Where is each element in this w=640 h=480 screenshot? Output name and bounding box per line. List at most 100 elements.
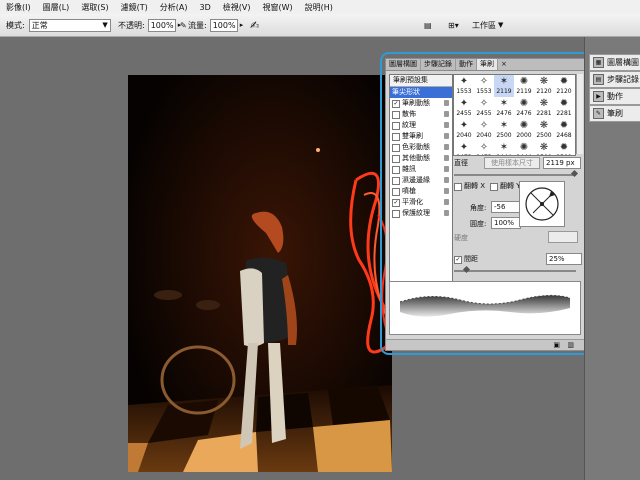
preset-wet-edges[interactable]: 濕邊邊緣 — [390, 175, 452, 186]
spacing-input[interactable]: 25% — [546, 253, 582, 265]
spacing-checkbox[interactable]: ✓ — [454, 256, 462, 264]
menu-help[interactable]: 說明(H) — [299, 2, 339, 13]
preset-airbrush[interactable]: 噴槍 — [390, 186, 452, 197]
tab-layer-comps[interactable]: 圖層構圖 — [386, 59, 421, 70]
menu-analysis[interactable]: 分析(A) — [154, 2, 194, 13]
lock-icon[interactable] — [444, 100, 449, 106]
brush-tip[interactable]: ✹2500 — [554, 141, 574, 155]
brush-tip[interactable]: ✧ 2455 — [474, 97, 494, 119]
workspace-switcher[interactable]: 工作區 ▼ — [472, 18, 503, 32]
preset-other-dynamics[interactable]: 其他動態 — [390, 153, 452, 164]
airbrush-icon[interactable]: ✍ — [250, 18, 259, 32]
brush-tip[interactable]: ✹ 2468 — [554, 119, 574, 141]
brush-tip[interactable]: ✦2473 — [454, 141, 474, 155]
flow-dropdown-icon[interactable]: ▸ — [240, 21, 244, 29]
lock-icon[interactable] — [444, 177, 449, 183]
brush-tip[interactable]: ✺2444 — [514, 141, 534, 155]
brush-tip[interactable]: ✶2444 — [494, 141, 514, 155]
brush-tip[interactable]: ✺ 2476 — [514, 97, 534, 119]
lock-icon[interactable] — [444, 210, 449, 216]
angle-roundness-widget[interactable] — [519, 181, 565, 227]
document-canvas[interactable] — [128, 75, 392, 472]
mode-select[interactable]: 正常 ▼ — [28, 18, 111, 32]
flow-input[interactable]: 100% — [209, 18, 238, 32]
lock-icon[interactable] — [444, 133, 449, 139]
brush-tip[interactable]: ✧ 2040 — [474, 119, 494, 141]
lock-icon[interactable] — [444, 111, 449, 117]
lock-icon[interactable] — [444, 188, 449, 194]
preset-texture[interactable]: 紋理 — [390, 120, 452, 131]
brush-tip[interactable]: ✶ 2500 — [494, 119, 514, 141]
checkbox-checked[interactable]: ✓ — [392, 99, 400, 108]
checkbox[interactable] — [392, 121, 400, 130]
angle-input[interactable]: -56 — [491, 201, 521, 213]
hardness-input[interactable] — [548, 231, 578, 243]
new-preset-icon[interactable]: ▣ — [553, 341, 560, 349]
brush-tip[interactable]: ❋ 2120 — [534, 75, 554, 97]
document-icon[interactable]: ▤ — [424, 18, 434, 32]
brush-tip[interactable]: ✧2473 — [474, 141, 494, 155]
checkbox[interactable] — [392, 132, 400, 141]
preset-dual-brush[interactable]: 雙筆刷 — [390, 131, 452, 142]
menu-image[interactable]: 影像(I) — [0, 2, 37, 13]
flip-x-checkbox[interactable] — [454, 183, 462, 191]
checkbox[interactable] — [392, 143, 400, 152]
dock-brush[interactable]: ✎ 筆刷 — [589, 105, 640, 122]
brush-presets-button[interactable]: 筆刷預設集 — [390, 75, 452, 87]
preset-protect-texture[interactable]: 保護紋理 — [390, 208, 452, 219]
brush-tip[interactable]: ✦ 2455 — [454, 97, 474, 119]
lock-icon[interactable] — [444, 166, 449, 172]
preset-scattering[interactable]: 散佈 — [390, 109, 452, 120]
opacity-input[interactable]: 100% — [147, 18, 176, 32]
lock-icon[interactable] — [444, 122, 449, 128]
preset-shape-dynamics[interactable]: ✓ 筆刷動態 — [390, 98, 452, 109]
preset-smoothing[interactable]: ✓ 平滑化 — [390, 197, 452, 208]
checkbox-checked[interactable]: ✓ — [392, 198, 400, 207]
menu-3d[interactable]: 3D — [194, 3, 217, 12]
tip-grid-scrollbar[interactable] — [576, 74, 583, 154]
tab-brush[interactable]: 筆刷 — [477, 59, 498, 70]
diameter-slider[interactable] — [454, 174, 576, 176]
checkbox[interactable] — [392, 187, 400, 196]
checkbox[interactable] — [392, 176, 400, 185]
checkbox[interactable] — [392, 110, 400, 119]
brush-tip[interactable]: ❋ 2281 — [534, 97, 554, 119]
tool-preset-icon[interactable]: ⊞▾ — [448, 18, 459, 32]
checkbox[interactable] — [392, 154, 400, 163]
brush-tip[interactable]: ✧ 1553 — [474, 75, 494, 97]
brush-tip[interactable]: ✺ 2000 — [514, 119, 534, 141]
diameter-input[interactable]: 2119 px — [543, 157, 581, 169]
roundness-input[interactable]: 100% — [491, 217, 521, 229]
preset-color-dynamics[interactable]: 色彩動態 — [390, 142, 452, 153]
preset-tip-shape[interactable]: 筆尖形狀 — [390, 87, 452, 98]
brush-tip[interactable]: ✦ 2040 — [454, 119, 474, 141]
menu-view[interactable]: 檢視(V) — [217, 2, 257, 13]
checkbox[interactable] — [392, 165, 400, 174]
brush-tip[interactable]: ✶ 2476 — [494, 97, 514, 119]
brush-tip[interactable]: ✺ 2119 — [514, 75, 534, 97]
lock-icon[interactable] — [444, 155, 449, 161]
brush-tip[interactable]: ✹ 2120 — [554, 75, 574, 97]
brush-tip[interactable]: ✹ 2281 — [554, 97, 574, 119]
preset-noise[interactable]: 雜訊 — [390, 164, 452, 175]
dock-history[interactable]: ▤ 步驟記錄 — [589, 71, 640, 88]
use-sample-size-button[interactable]: 使用樣本尺寸 — [484, 157, 540, 169]
checkbox[interactable] — [392, 209, 400, 218]
flip-y-checkbox[interactable] — [490, 183, 498, 191]
brush-tip-grid[interactable]: ✦ 1553 ✧ 1553 ✶ 2119 ✺ 2119 ❋ 2120 ✹ 2120 ✦ 2455 ✧ 2455… — [453, 74, 576, 156]
tab-actions[interactable]: 動作 — [456, 59, 477, 70]
spacing-slider[interactable] — [454, 270, 576, 272]
brush-tip[interactable]: ✦ 1553 — [454, 75, 474, 97]
brush-tip[interactable]: ✶ 2119 — [494, 75, 514, 97]
close-icon[interactable]: × — [498, 59, 510, 70]
brush-tip[interactable]: ❋2500 — [534, 119, 554, 141]
tab-history[interactable]: 步驟記錄 — [421, 59, 456, 70]
menu-select[interactable]: 選取(S) — [75, 2, 114, 13]
lock-icon[interactable] — [444, 144, 449, 150]
menu-filter[interactable]: 濾鏡(T) — [115, 2, 154, 13]
lock-icon[interactable] — [444, 199, 449, 205]
brush-tip[interactable]: ❋2500 — [534, 141, 554, 155]
dock-layer-comps[interactable]: ▦ 圖層構圖 — [589, 54, 640, 71]
dock-actions[interactable]: ▶ 動作 — [589, 88, 640, 105]
menu-layer[interactable]: 圖層(L) — [37, 2, 76, 13]
